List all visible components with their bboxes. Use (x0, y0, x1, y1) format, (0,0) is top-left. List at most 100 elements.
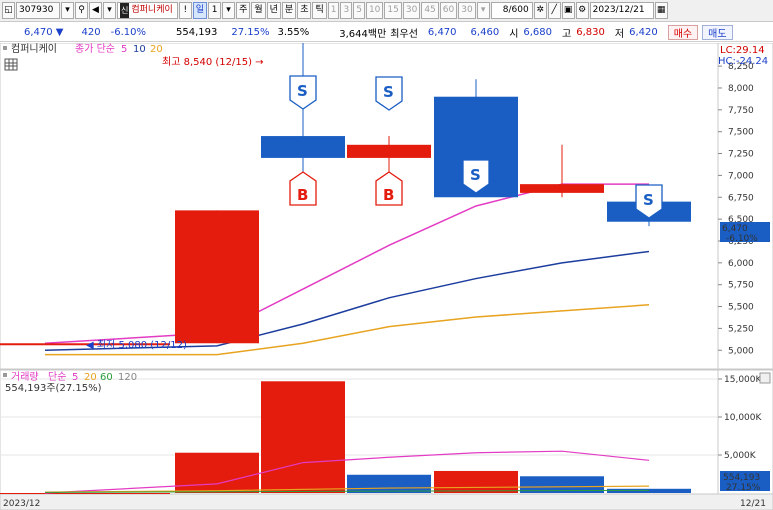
volume-value: 554,193 (175, 26, 218, 38)
price-tick-label: 6,750 (728, 193, 754, 203)
volume-tick-label: 5,000K (724, 451, 757, 461)
sell-signal-label: S (643, 191, 654, 209)
high-label: 고 (562, 28, 572, 40)
interval-dropdown-icon[interactable]: ▾ (476, 2, 490, 19)
stock-name-field[interactable]: 신 컴퍼니케이 (117, 2, 178, 19)
low-price: 6,420 (629, 26, 658, 38)
speaker-icon[interactable]: ◀ (89, 2, 102, 19)
price-tick-label: 7,250 (728, 150, 754, 160)
volume-legend-title: 거래량 (11, 371, 39, 383)
data-count-field[interactable]: 8/600 (490, 2, 533, 19)
current-pct-tag-value: -6.10% (726, 234, 758, 244)
price-tick-label: 7,750 (728, 106, 754, 116)
open-label: 시 (509, 28, 519, 40)
price-tick-label: 6,000 (728, 259, 754, 269)
high-price: 6,830 (576, 26, 605, 38)
gear-icon[interactable]: ⚙ (575, 2, 589, 19)
price-change: 420 (81, 26, 101, 38)
code-dropdown-icon[interactable]: ▾ (61, 2, 74, 19)
period-count-field[interactable]: 1 (208, 2, 222, 19)
buy-signal-label: B (297, 186, 308, 204)
period-day-button[interactable]: 일 (192, 2, 208, 19)
period-minute-button[interactable]: 분 (281, 2, 297, 19)
table-icon[interactable] (4, 58, 18, 71)
trendline-icon[interactable]: ╱ (547, 2, 561, 19)
price-volume-chart[interactable]: 8,2508,0007,7507,5007,2507,0006,7506,500… (0, 43, 773, 510)
stock-code-input[interactable]: 307930 (16, 2, 60, 19)
price-change-pct: -6.10% (110, 26, 146, 38)
history-dropdown-icon[interactable]: ▾ (103, 2, 116, 19)
hc-label: HC:-24.24 (718, 56, 768, 67)
legend-ma-title: 종가 단순 (75, 43, 115, 55)
volume-bar (434, 470, 518, 493)
save-icon[interactable]: ▣ (561, 2, 575, 19)
date-input[interactable]: 2023/12/21 (589, 2, 654, 19)
price-tick-label: 5,750 (728, 281, 754, 291)
price-tick-label: 5,000 (728, 346, 754, 356)
sell-signal-label: S (297, 82, 308, 100)
candle-body (175, 210, 259, 344)
price-tick-label: 7,500 (728, 128, 754, 138)
buy-signal-label: B (383, 186, 394, 204)
current-price: 6,470 ▼ (24, 26, 64, 38)
ratio-value: 3.55% (277, 26, 310, 38)
volume-tag-value: 554,193 (723, 473, 760, 483)
best-ask: 6,470 (427, 26, 457, 38)
volume-legend-ma20: 20 (84, 372, 97, 383)
interval-30-button[interactable]: 30 (402, 2, 421, 19)
legend-ma20: 20 (150, 44, 163, 55)
sell-signal-label: S (383, 83, 394, 101)
period-year-button[interactable]: 년 (266, 2, 281, 19)
trade-amount: 3,644백만 (339, 28, 387, 40)
footer-left-date: 2023/12 (3, 499, 40, 509)
period-count-dropdown-icon[interactable]: ▾ (222, 2, 236, 19)
toolbar: ◱ 307930 ▾ ⚲ ◀ ▾ 신 컴퍼니케이 ! 일 1 ▾ 주 월 년 분… (0, 0, 773, 22)
open-price: 6,680 (523, 26, 553, 38)
volume-legend-ma120: 120 (118, 372, 137, 383)
calendar-icon[interactable]: ▦ (654, 2, 668, 19)
volume-bar (0, 493, 170, 494)
interval-15-button[interactable]: 15 (384, 2, 402, 19)
sell-button[interactable]: 매도 (702, 24, 733, 40)
volume-legend-ma-title: 단순 (48, 371, 66, 383)
sell-signal-label: S (470, 166, 481, 184)
legend-ma5: 5 (121, 44, 127, 55)
indicator-icon[interactable]: ✲ (533, 2, 547, 19)
legend-square-icon (3, 46, 7, 50)
volume-bar (175, 452, 259, 493)
interval-60-button[interactable]: 60 (439, 2, 458, 19)
volume-bar (261, 381, 345, 493)
volume-tick-label: 10,000K (724, 413, 762, 423)
interval-5-button[interactable]: 5 (353, 2, 365, 19)
period-week-button[interactable]: 주 (236, 2, 251, 19)
lc-label: LC:29.14 (720, 45, 765, 56)
low-label: 저 (614, 28, 625, 40)
panel-scroll-button[interactable] (759, 372, 771, 384)
search-icon[interactable]: ⚲ (75, 2, 88, 19)
high-marker-label: 최고 8,540 (12/15) → (162, 56, 264, 68)
price-tick-label: 7,000 (728, 171, 754, 181)
candle-body (261, 136, 345, 158)
buy-button[interactable]: 매수 (667, 24, 699, 40)
window-menu-icon[interactable]: ◱ (2, 2, 15, 19)
period-month-button[interactable]: 월 (251, 2, 266, 19)
alert-button[interactable]: ! (178, 2, 192, 19)
interval-custom-field[interactable]: 30 (458, 2, 476, 19)
interval-3-button[interactable]: 3 (340, 2, 353, 19)
credit-badge: 신 (120, 3, 130, 18)
footer-right-date: 12/21 (740, 499, 766, 509)
volume-tick-label: 15,000K (724, 375, 762, 385)
interval-10-button[interactable]: 10 (365, 2, 384, 19)
legend-stock-name: 컴퍼니케이 (11, 43, 57, 55)
price-tick-label: 5,250 (728, 324, 754, 334)
interval-1-button[interactable]: 1 (327, 2, 340, 19)
candle-body (520, 184, 604, 193)
quote-bar: 6,470 ▼ 420 -6.10% 554,193 27.15% 3.55% … (0, 23, 773, 42)
period-second-button[interactable]: 초 (297, 2, 312, 19)
volume-legend-square-icon (3, 373, 7, 377)
chart-window: ◱ 307930 ▾ ⚲ ◀ ▾ 신 컴퍼니케이 ! 일 1 ▾ 주 월 년 분… (0, 0, 773, 510)
candle-body (347, 144, 431, 158)
price-tick-label: 8,000 (728, 84, 754, 94)
period-tick-button[interactable]: 틱 (312, 2, 327, 19)
interval-45-button[interactable]: 45 (421, 2, 439, 19)
